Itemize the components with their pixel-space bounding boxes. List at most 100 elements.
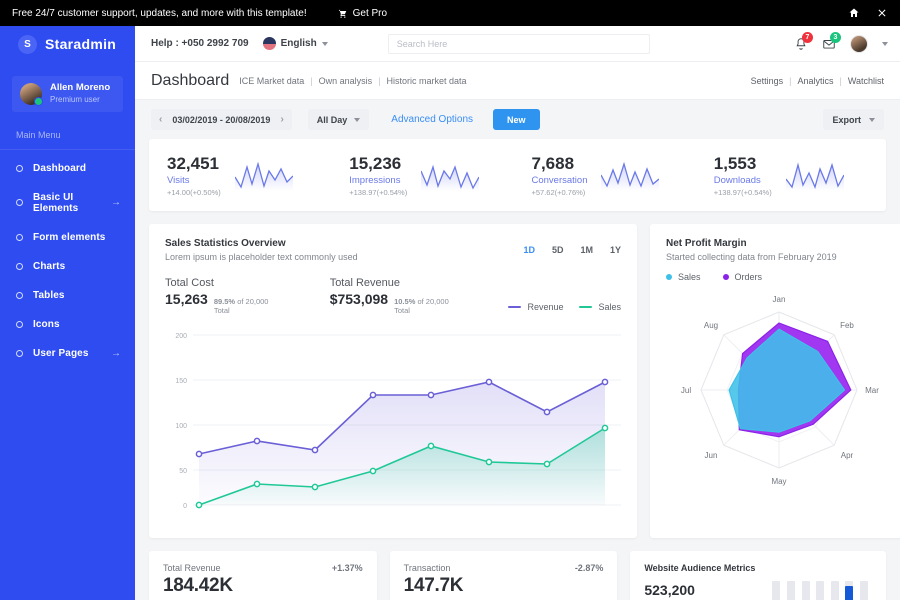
home-icon[interactable] (848, 7, 860, 19)
page-title: Dashboard (151, 72, 229, 90)
transaction-card: Transaction 147.7K -2.87% (390, 551, 618, 600)
sparkline-chart (786, 159, 844, 191)
sales-statistics-card: Sales Statistics Overview Lorem ipsum is… (149, 224, 637, 538)
new-button[interactable]: New (493, 109, 540, 130)
main-content: Dashboard ICE Market data | Own analysis… (135, 62, 900, 600)
advanced-options-link[interactable]: Advanced Options (391, 114, 473, 125)
legend-color-swatch (666, 274, 672, 280)
avatar[interactable] (850, 35, 868, 53)
legend-color-swatch (723, 274, 729, 280)
range-1m[interactable]: 1M (580, 245, 593, 255)
breadcrumb-item[interactable]: ICE Market data (239, 76, 304, 86)
stat-delta: +138.97(+0.54%) (349, 188, 407, 197)
chevron-down-icon (322, 42, 328, 46)
legend-label: Revenue (527, 302, 563, 312)
total-revenue-value: $753,098 (330, 291, 388, 307)
sidebar: Allen Moreno Premium user Main Menu Dash… (0, 62, 135, 600)
sidebar-item-dashboard[interactable]: Dashboard (0, 154, 135, 183)
language-selector[interactable]: English (263, 37, 328, 50)
card-value: 147.7K (404, 575, 463, 597)
export-label: Export (832, 115, 861, 125)
flag-icon (263, 37, 276, 50)
search-box[interactable] (388, 34, 650, 54)
range-1y[interactable]: 1Y (610, 245, 621, 255)
card-delta: +1.37% (332, 563, 363, 573)
breadcrumb-item[interactable]: Historic market data (387, 76, 467, 86)
net-profit-margin-card: Net Profit Margin Started collecting dat… (650, 224, 900, 538)
audience-title: Website Audience Metrics (644, 563, 756, 573)
stat-label: Impressions (349, 175, 407, 186)
svg-text:Feb: Feb (840, 321, 854, 330)
card-value: 184.42K (163, 575, 233, 597)
radar-chart-svg: Jan Feb Mar Apr May Jun Jul Aug (666, 284, 892, 496)
sidebar-item-charts[interactable]: Charts (0, 252, 135, 281)
search-input[interactable] (397, 39, 641, 49)
sidebar-item-icons[interactable]: Icons (0, 310, 135, 339)
header-link-watchlist[interactable]: Watchlist (848, 76, 884, 86)
stat-downloads[interactable]: 1,553 Downloads +138.97(+0.54%) (700, 153, 882, 197)
brand-logo-area[interactable]: S Staradmin (0, 26, 135, 62)
legend-color-swatch (508, 306, 521, 308)
bar-track (787, 581, 795, 600)
svg-text:100: 100 (175, 423, 187, 430)
sidebar-item-basic-ui-elements[interactable]: Basic UI Elements → (0, 183, 135, 223)
export-button[interactable]: Export (823, 109, 884, 130)
svg-text:Apr: Apr (841, 451, 854, 460)
legend-orders: Orders (723, 272, 763, 282)
stat-label: Visits (167, 175, 221, 186)
promo-bar: Free 24/7 customer support, updates, and… (0, 0, 900, 26)
total-revenue-label: Total Revenue (330, 277, 454, 289)
sparkline-chart (421, 159, 479, 191)
promo-text: Free 24/7 customer support, updates, and… (12, 8, 307, 19)
svg-text:Mar: Mar (865, 386, 879, 395)
svg-text:0: 0 (183, 503, 187, 510)
bar-track (802, 581, 810, 600)
header-link-settings[interactable]: Settings (751, 76, 784, 86)
close-icon[interactable] (876, 7, 888, 19)
notifications-button[interactable]: 7 (794, 37, 808, 51)
messages-button[interactable]: 3 (822, 37, 836, 51)
sidebar-item-form-elements[interactable]: Form elements (0, 223, 135, 252)
total-cost-block: Total Cost 15,263 89.5% of 20,000 Total (165, 277, 275, 315)
stat-impressions[interactable]: 15,236 Impressions +138.97(+0.54%) (335, 153, 517, 197)
stat-value: 32,451 (167, 153, 221, 174)
line-chart-svg: 200 150 100 50 0 (165, 325, 621, 525)
stat-delta: +57.62(+0.76%) (532, 188, 588, 197)
svg-text:Aug: Aug (704, 321, 718, 330)
sidebar-item-tables[interactable]: Tables (0, 281, 135, 310)
audience-row-page-views: 523,200 Page Views (644, 573, 756, 600)
legend-label: Sales (678, 272, 701, 282)
bar-track (816, 581, 824, 600)
all-day-label: All Day (317, 115, 348, 125)
profit-legend: Sales Orders (666, 272, 892, 282)
profit-card-subtitle: Started collecting data from February 20… (666, 252, 892, 262)
stat-delta: +14.00(+0.50%) (167, 188, 221, 197)
legend-sales: Sales (579, 302, 621, 312)
circle-icon (16, 292, 23, 299)
total-cost-label: Total Cost (165, 277, 275, 289)
prev-arrow-icon[interactable]: ‹ (159, 114, 162, 125)
header-link-analytics[interactable]: Analytics (797, 76, 833, 86)
sales-card-subtitle: Lorem ipsum is placeholder text commonly… (165, 252, 358, 262)
next-arrow-icon[interactable]: › (280, 114, 283, 125)
sidebar-profile[interactable]: Allen Moreno Premium user (12, 76, 123, 112)
sidebar-item-user-pages[interactable]: User Pages → (0, 339, 135, 368)
bar-track (845, 581, 853, 600)
all-day-dropdown[interactable]: All Day (308, 109, 370, 130)
date-range-picker[interactable]: ‹ 03/02/2019 - 20/08/2019 › (151, 109, 292, 130)
profile-chevron-down-icon[interactable] (882, 42, 888, 46)
sidebar-item-label: Tables (33, 290, 111, 301)
language-label: English (281, 38, 317, 49)
range-1d[interactable]: 1D (523, 245, 535, 255)
breadcrumb-item[interactable]: Own analysis (319, 76, 373, 86)
get-pro-button[interactable]: Get Pro (337, 8, 387, 19)
bar-fill (845, 586, 853, 600)
range-5d[interactable]: 5D (552, 245, 564, 255)
stat-conversation[interactable]: 7,688 Conversation +57.62(+0.76%) (518, 153, 700, 197)
svg-text:50: 50 (179, 468, 187, 475)
circle-icon (16, 350, 23, 357)
message-badge: 3 (830, 32, 841, 43)
stat-visits[interactable]: 32,451 Visits +14.00(+0.50%) (153, 153, 335, 197)
audience-bar-chart (756, 563, 872, 600)
link-separator: | (789, 76, 791, 86)
